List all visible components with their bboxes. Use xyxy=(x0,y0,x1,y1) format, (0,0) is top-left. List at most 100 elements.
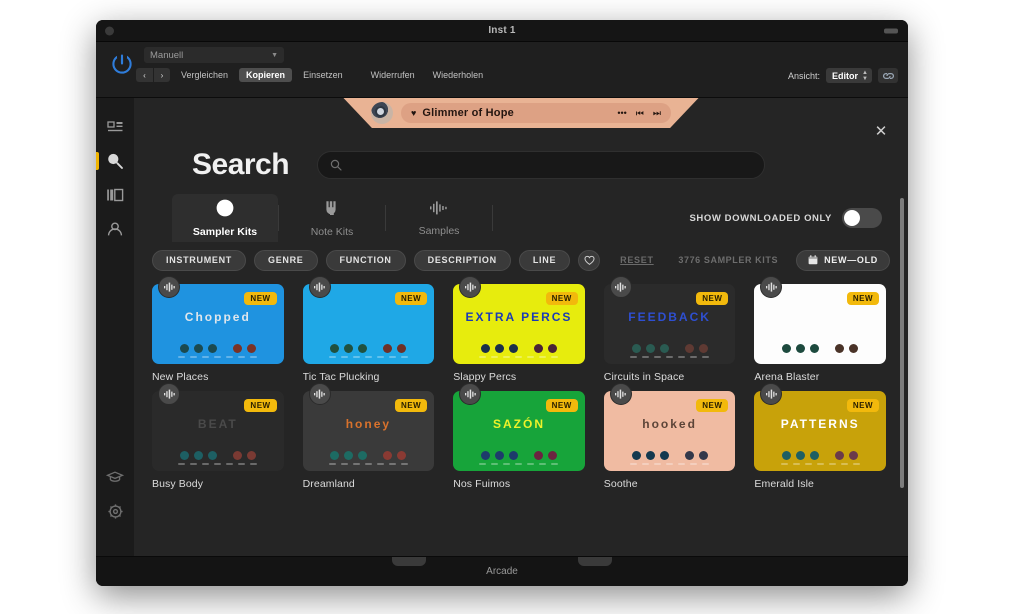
pad-tick xyxy=(816,356,824,358)
toggle-switch[interactable] xyxy=(842,208,882,228)
kit-title: Arena Blaster xyxy=(754,371,820,383)
pad-tick-row xyxy=(328,356,408,358)
kit-card[interactable]: PATTERNS NEW Emerald Isle xyxy=(754,383,886,490)
copy-button[interactable]: Kopieren xyxy=(239,68,293,82)
pad-indicator-group xyxy=(152,344,284,358)
kit-artwork-wrap: EXTRA PERCS NEW xyxy=(453,276,585,364)
kit-card[interactable]: Chopped NEW New Places xyxy=(152,276,284,383)
waveform-badge-icon[interactable] xyxy=(308,383,331,405)
window-title: Inst 1 xyxy=(488,25,516,36)
view-select[interactable]: Editor ▲ ▼ xyxy=(826,68,872,83)
sidebar-item-account[interactable] xyxy=(96,212,134,246)
resize-grip-left[interactable] xyxy=(392,557,426,566)
tab-divider xyxy=(492,205,493,231)
pad-dot xyxy=(397,344,407,353)
track-pill[interactable]: ♥ Glimmer of Hope ••• ⏮ ⏭ xyxy=(401,103,671,123)
filter-favorites[interactable] xyxy=(578,249,601,271)
kit-card[interactable]: EXTRA PERCS NEW Slappy Percs xyxy=(453,276,585,383)
pad-dot xyxy=(547,451,557,460)
pad-tick xyxy=(178,356,186,358)
filter-function[interactable]: FUNCTION xyxy=(325,249,406,271)
next-preset-button[interactable]: › xyxy=(153,68,170,82)
kit-card[interactable]: honey NEW Dreamland xyxy=(302,383,435,490)
pad-tick xyxy=(840,463,848,465)
pad-tick xyxy=(214,463,222,465)
vertical-scrollbar[interactable] xyxy=(900,198,904,488)
link-button[interactable] xyxy=(878,68,898,83)
sidebar-item-settings[interactable] xyxy=(96,494,134,528)
preset-select[interactable]: Manuell ▼ xyxy=(144,47,284,63)
kit-card[interactable]: NEW Tic Tac Plucking xyxy=(302,276,435,383)
sidebar-item-search[interactable] xyxy=(96,144,134,178)
link-icon xyxy=(882,72,894,79)
kit-card[interactable]: hooked NEW Soothe xyxy=(603,383,736,490)
skip-back-icon[interactable]: ⏮ xyxy=(636,108,644,119)
kit-title: Circuits in Space xyxy=(603,371,685,383)
chevron-updown-icon: ▲ ▼ xyxy=(862,69,868,82)
waveform-badge-icon[interactable] xyxy=(308,276,331,298)
heart-icon[interactable]: ♥ xyxy=(411,108,416,118)
waveform-badge-icon[interactable] xyxy=(609,276,632,298)
pad-row xyxy=(782,344,859,353)
resize-grip-right[interactable] xyxy=(578,557,612,566)
pad-dot xyxy=(645,451,655,460)
undo-button[interactable]: Widerrufen xyxy=(364,68,422,82)
waveform-badge-icon[interactable] xyxy=(609,383,632,405)
pad-tick xyxy=(515,356,523,358)
power-icon xyxy=(112,54,132,74)
search-input[interactable] xyxy=(350,159,753,171)
kit-card[interactable]: NEW Arena Blaster xyxy=(754,276,886,383)
tab-note-kits[interactable]: Note Kits xyxy=(279,194,385,242)
pad-dot xyxy=(796,344,806,353)
pad-dot xyxy=(358,344,368,353)
power-button[interactable] xyxy=(108,50,136,78)
pad-dot xyxy=(344,344,354,353)
pad-dot xyxy=(246,451,256,460)
show-downloaded-toggle[interactable]: SHOW DOWNLOADED ONLY xyxy=(689,208,882,228)
sort-button[interactable]: NEW—OLD xyxy=(796,249,890,271)
person-icon xyxy=(107,222,123,235)
tab-label: Note Kits xyxy=(310,226,354,238)
skip-forward-icon[interactable]: ⏭ xyxy=(653,108,661,119)
kit-card[interactable]: BEAT NEW Busy Body xyxy=(152,383,284,490)
pad-tick xyxy=(503,356,511,358)
filter-genre[interactable]: GENRE xyxy=(254,249,318,271)
waveform-badge-icon[interactable] xyxy=(158,383,180,405)
close-icon[interactable]: ✕ xyxy=(872,122,890,140)
compare-button[interactable]: Vergleichen xyxy=(174,68,235,82)
window-resize-chip[interactable] xyxy=(884,28,898,33)
pad-dot xyxy=(179,451,189,460)
pad-dot xyxy=(631,344,641,353)
reset-filters-button[interactable]: RESET xyxy=(620,255,654,265)
pad-indicator-group xyxy=(152,451,284,465)
pad-tick xyxy=(780,463,788,465)
sidebar-item-learn[interactable] xyxy=(96,460,134,494)
preset-nav-group[interactable]: ‹ › xyxy=(136,68,170,82)
tab-sampler-kits[interactable]: Sampler Kits xyxy=(172,194,278,242)
plugin-toolbar: ‹ › Vergleichen Kopieren Einsetzen Wider… xyxy=(136,68,490,82)
search-box[interactable] xyxy=(317,151,766,179)
pad-dot xyxy=(508,451,518,460)
waveform-badge-icon[interactable] xyxy=(158,276,180,298)
kit-artwork-wrap: honey NEW xyxy=(302,383,435,471)
window-close-dot[interactable] xyxy=(105,26,114,35)
kit-title: New Places xyxy=(152,371,209,383)
kit-card[interactable]: SAZÓN NEW Nos Fuimos xyxy=(453,383,585,490)
redo-button[interactable]: Wiederholen xyxy=(426,68,491,82)
filter-line[interactable]: LINE xyxy=(518,249,571,271)
pad-tick xyxy=(340,356,348,358)
sidebar-item-library[interactable] xyxy=(96,178,134,212)
pad-dot xyxy=(835,451,845,460)
paste-button[interactable]: Einsetzen xyxy=(296,68,350,82)
sidebar-item-browse[interactable] xyxy=(96,110,134,144)
pad-dot xyxy=(480,344,490,353)
prev-preset-button[interactable]: ‹ xyxy=(136,68,153,82)
gear-icon xyxy=(107,503,123,519)
kit-card[interactable]: FEEDBACK NEW Circuits in Space xyxy=(603,276,736,383)
more-options-icon[interactable]: ••• xyxy=(617,108,626,118)
filter-description[interactable]: DESCRIPTION xyxy=(413,249,511,271)
pad-tick xyxy=(678,463,686,465)
tab-samples[interactable]: Samples xyxy=(386,194,492,242)
filter-instrument[interactable]: INSTRUMENT xyxy=(152,249,246,271)
pad-tick xyxy=(376,463,384,465)
